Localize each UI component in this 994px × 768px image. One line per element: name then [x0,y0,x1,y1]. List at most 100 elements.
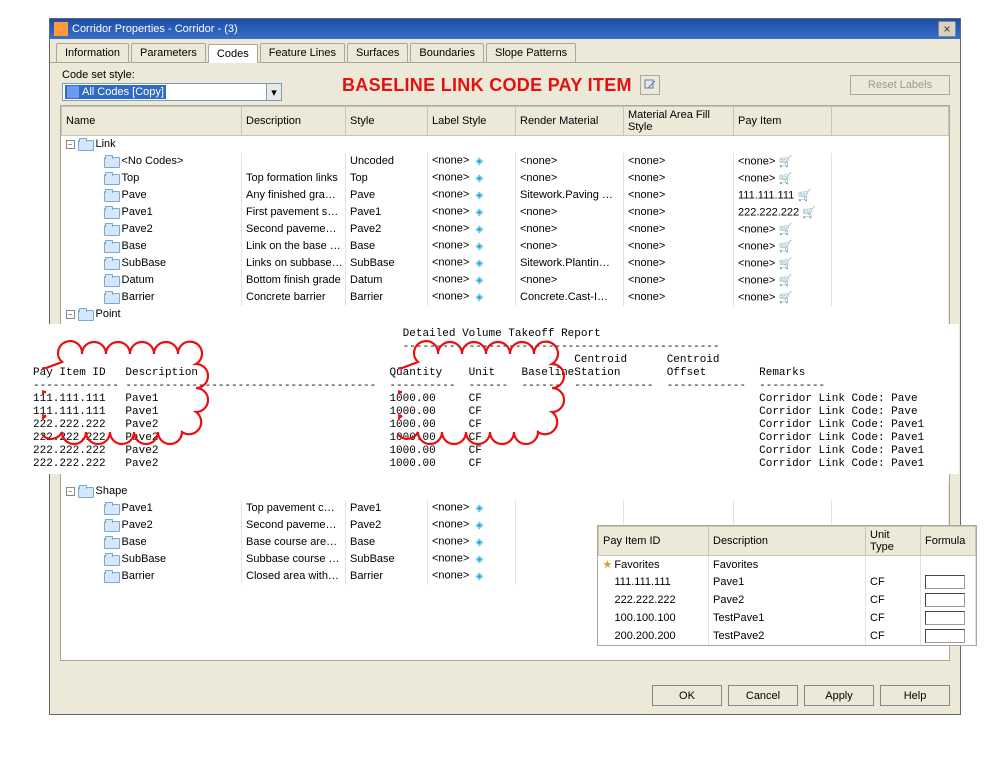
cancel-button[interactable]: Cancel [728,685,798,706]
cart-icon[interactable]: 🛒 [778,154,792,168]
table-row[interactable]: BarrierConcrete barrierBarrier<none> ◈Co… [62,289,949,306]
formula-input[interactable] [925,611,965,625]
pip-col-id[interactable]: Pay Item ID [599,527,709,556]
tag-icon[interactable]: ◈ [472,256,486,270]
codeset-select[interactable]: All Codes [Copy] ▾ [62,83,282,101]
tag-icon[interactable]: ◈ [472,154,486,168]
col-style[interactable]: Style [346,107,428,136]
table-row[interactable]: PaveAny finished gra…Pave<none> ◈Sitewor… [62,187,949,204]
pip-id: 222.222.222 [599,591,709,609]
tab-parameters[interactable]: Parameters [131,43,206,62]
table-row[interactable]: TopTop formation linksTop<none> ◈<none><… [62,170,949,187]
pip-col-unit[interactable]: Unit Type [866,527,921,556]
col-materialfill[interactable]: Material Area Fill Style [624,107,734,136]
payitem-row[interactable]: 222.222.222Pave2CF [599,591,976,609]
tag-icon[interactable]: ◈ [472,535,486,549]
titlebar[interactable]: Corridor Properties - Corridor - (3) × [50,19,960,39]
formula-input[interactable] [925,629,965,643]
row-render: <none> [520,172,557,184]
cart-icon[interactable]: 🛒 [778,256,792,270]
ok-button[interactable]: OK [652,685,722,706]
row-name: Barrier [122,570,155,582]
folder-icon [104,207,118,218]
group-label: Point [96,308,121,320]
formula-input[interactable] [925,593,965,607]
codeset-pick-button[interactable] [640,75,660,95]
reset-labels-button[interactable]: Reset Labels [850,75,950,95]
col-labelstyle[interactable]: Label Style [428,107,516,136]
tag-icon[interactable]: ◈ [472,569,486,583]
cart-icon[interactable]: 🛒 [797,188,811,202]
tree-group-point[interactable]: − Point [62,306,949,323]
row-pay: 222.222.222 [738,207,799,219]
pip-col-desc[interactable]: Description [709,527,866,556]
collapse-icon[interactable]: − [66,140,75,149]
row-render: <none> [520,274,557,286]
tab-surfaces[interactable]: Surfaces [347,43,408,62]
tree-group-link[interactable]: −Link [62,136,949,153]
tab-codes[interactable]: Codes [208,44,258,63]
tag-icon[interactable]: ◈ [472,205,486,219]
row-style: Pave1 [346,204,428,221]
tag-icon[interactable]: ◈ [472,239,486,253]
row-label: <none> [432,257,469,269]
col-name[interactable]: Name [62,107,242,136]
tab-boundaries[interactable]: Boundaries [410,43,484,62]
cart-icon[interactable]: 🛒 [778,273,792,287]
folder-icon [104,292,118,303]
table-row[interactable]: Pave1First pavement s…Pave1<none> ◈<none… [62,204,949,221]
row-name: Pave2 [122,519,153,531]
help-button[interactable]: Help [880,685,950,706]
folder-icon [104,156,118,167]
tab-slopepatterns[interactable]: Slope Patterns [486,43,576,62]
tag-icon[interactable]: ◈ [472,552,486,566]
folder-icon [104,537,118,548]
tag-icon[interactable]: ◈ [472,273,486,287]
cart-icon[interactable]: 🛒 [778,290,792,304]
favorites-row[interactable]: ★FavoritesFavorites [599,556,976,574]
tag-icon[interactable]: ◈ [472,501,486,515]
pip-col-formula[interactable]: Formula [921,527,976,556]
close-button[interactable]: × [938,21,956,37]
tree-group-shape[interactable]: − Shape [62,483,949,500]
payitem-row[interactable]: 200.200.200TestPave2CF [599,627,976,645]
collapse-icon[interactable]: − [66,310,75,319]
col-description[interactable]: Description [242,107,346,136]
payitem-row[interactable]: 100.100.100TestPave1CF [599,609,976,627]
col-rendermaterial[interactable]: Render Material [516,107,624,136]
tag-icon[interactable]: ◈ [472,222,486,236]
apply-button[interactable]: Apply [804,685,874,706]
table-row[interactable]: Pave1Top pavement c…Pave1<none> ◈ [62,500,949,517]
cart-icon[interactable]: 🛒 [778,222,792,236]
pip-desc: TestPave2 [709,627,866,645]
pip-desc: Pave2 [709,591,866,609]
collapse-icon[interactable]: − [66,487,75,496]
group-label: Shape [96,485,128,497]
tag-icon[interactable]: ◈ [472,518,486,532]
cart-icon[interactable]: 🛒 [778,239,792,253]
col-payitem[interactable]: Pay Item [734,107,832,136]
tag-icon[interactable]: ◈ [472,188,486,202]
row-name: Pave [122,189,147,201]
formula-input[interactable] [925,575,965,589]
table-row[interactable]: SubBaseLinks on subbase…SubBase<none> ◈S… [62,255,949,272]
table-row[interactable]: Pave2Second paveme…Pave2<none> ◈<none><n… [62,221,949,238]
folder-icon [78,309,92,320]
table-row[interactable]: DatumBottom finish gradeDatum<none> ◈<no… [62,272,949,289]
table-row[interactable]: <No Codes>Uncoded<none> ◈<none><none><no… [62,153,949,170]
table-row[interactable]: BaseLink on the base …Base<none> ◈<none>… [62,238,949,255]
tag-icon[interactable]: ◈ [472,290,486,304]
chevron-down-icon[interactable]: ▾ [266,84,281,100]
folder-icon [104,520,118,531]
tab-featurelines[interactable]: Feature Lines [260,43,345,62]
payitem-row[interactable]: 111.111.111Pave1CF [599,573,976,591]
cart-icon[interactable]: 🛒 [802,205,816,219]
pip-id: 111.111.111 [599,573,709,591]
row-fill: <none> [624,187,734,204]
tag-icon[interactable]: ◈ [472,171,486,185]
folder-icon [104,554,118,565]
row-desc: Concrete barrier [242,289,346,306]
tab-information[interactable]: Information [56,43,129,62]
row-style: Datum [346,272,428,289]
cart-icon[interactable]: 🛒 [778,171,792,185]
